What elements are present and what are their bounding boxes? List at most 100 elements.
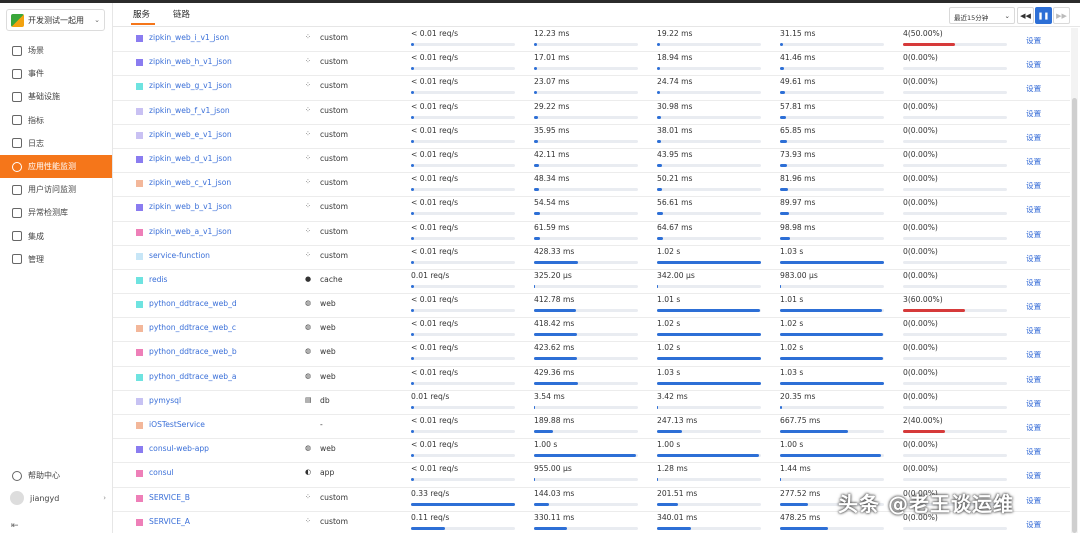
sidebar-item-0[interactable]: 场景 (0, 39, 112, 62)
error-count-bar (903, 478, 1007, 482)
latency-p99-bar-fill (780, 212, 790, 216)
service-name-link[interactable]: zipkin_web_a_v1_json (149, 227, 232, 236)
workspace-selector[interactable]: 开发测试一起用 ⌄ (6, 9, 105, 31)
settings-link[interactable]: 设置 (1026, 374, 1041, 385)
service-name-link[interactable]: SERVICE_B (149, 493, 190, 502)
help-center-link[interactable]: 帮助中心 (12, 470, 60, 481)
sidebar-item-label: 指标 (28, 115, 44, 125)
latency-p99-bar (780, 454, 884, 458)
settings-link[interactable]: 设置 (1026, 495, 1041, 506)
request-rate-bar-fill (411, 188, 415, 192)
request-rate-cell: 0.11 req/s (411, 513, 515, 530)
service-name-link[interactable]: zipkin_web_g_v1_json (149, 81, 232, 90)
tab-services[interactable]: 服务 (133, 8, 150, 20)
cache-icon: ● (305, 274, 312, 283)
latency-p75-cell: 64.67 ms (657, 223, 761, 240)
sidebar-item-4[interactable]: 日志 (0, 132, 112, 155)
latency-p99-bar-fill (780, 405, 783, 409)
custom-icon: ⁘ (305, 129, 311, 138)
custom-icon: ⁘ (305, 516, 311, 525)
tab-traces[interactable]: 链路 (173, 8, 190, 20)
error-count-value: 0(0.00%) (903, 53, 938, 63)
request-rate-bar-fill (411, 430, 415, 433)
settings-link[interactable]: 设置 (1026, 253, 1041, 264)
latency-avg-bar (534, 381, 638, 385)
settings-link[interactable]: 设置 (1026, 204, 1041, 215)
service-name-link[interactable]: zipkin_web_d_v1_json (149, 154, 232, 163)
scrollbar[interactable] (1071, 28, 1078, 533)
service-name-link[interactable]: zipkin_web_c_v1_json (149, 178, 231, 187)
latency-p99-value: 1.03 s (780, 246, 804, 256)
pause-button[interactable]: ❚❚ (1035, 7, 1052, 24)
service-name-link[interactable]: python_ddtrace_web_c (149, 323, 236, 332)
user-menu[interactable]: jiangyd › (10, 491, 106, 505)
sidebar-item-label: 应用性能监测 (28, 162, 76, 172)
settings-link[interactable]: 设置 (1026, 422, 1041, 433)
service-name-link[interactable]: SERVICE_A (149, 517, 190, 526)
request-rate-bar (411, 260, 515, 264)
service-name-link[interactable]: pymysql (149, 396, 181, 405)
latency-avg-cell: 144.03 ms (534, 489, 638, 506)
service-color-swatch (136, 518, 143, 526)
latency-p75-bar (657, 188, 761, 192)
scrollbar-thumb[interactable] (1072, 98, 1077, 533)
settings-link[interactable]: 设置 (1026, 301, 1041, 312)
settings-link[interactable]: 设置 (1026, 83, 1041, 94)
sidebar-item-3[interactable]: 指标 (0, 109, 112, 132)
error-count-cell: 0(0.00%) (903, 77, 1007, 95)
settings-link[interactable]: 设置 (1026, 470, 1041, 481)
sidebar-item-1[interactable]: 事件 (0, 62, 112, 85)
settings-link[interactable]: 设置 (1026, 446, 1041, 457)
service-name-link[interactable]: redis (149, 275, 168, 284)
request-rate-value: < 0.01 req/s (411, 29, 459, 38)
sidebar-item-9[interactable]: 管理 (0, 248, 112, 271)
service-name-link[interactable]: python_ddtrace_web_a (149, 372, 237, 381)
service-name-link[interactable]: python_ddtrace_web_b (149, 347, 237, 356)
latency-p99-value: 1.03 s (780, 367, 804, 377)
service-name-link[interactable]: service-function (149, 251, 210, 260)
settings-link[interactable]: 设置 (1026, 108, 1041, 119)
settings-link[interactable]: 设置 (1026, 156, 1041, 167)
settings-link[interactable]: 设置 (1026, 59, 1041, 70)
error-count-cell: 0(0.00%) (903, 368, 1007, 385)
service-name-link[interactable]: iOSTestService (149, 420, 205, 429)
settings-link[interactable]: 设置 (1026, 229, 1041, 240)
latency-p75-cell: 24.74 ms (657, 77, 761, 95)
service-name-link[interactable]: zipkin_web_h_v1_json (149, 57, 232, 66)
service-name-link[interactable]: zipkin_web_i_v1_json (149, 33, 229, 42)
settings-link[interactable]: 设置 (1026, 398, 1041, 409)
settings-link[interactable]: 设置 (1026, 519, 1041, 530)
sidebar-item-8[interactable]: 集成 (0, 225, 112, 248)
service-name-link[interactable]: python_ddtrace_web_d (149, 299, 237, 308)
settings-link[interactable]: 设置 (1026, 277, 1041, 288)
collapse-sidebar-icon[interactable]: ⇤ (11, 521, 19, 531)
latency-p75-value: 1.02 s (657, 343, 681, 353)
settings-link[interactable]: 设置 (1026, 325, 1041, 336)
latency-avg-bar-fill (534, 405, 536, 409)
settings-link[interactable]: 设置 (1026, 132, 1041, 143)
chevron-down-icon: ⌄ (1004, 12, 1010, 20)
latency-p75-bar (657, 454, 761, 458)
request-rate-value: 0.01 req/s (411, 391, 450, 401)
latency-p99-bar-fill (780, 526, 828, 530)
latency-avg-bar (534, 115, 638, 119)
latency-avg-cell: 955.00 µs (534, 464, 638, 482)
sidebar-item-6[interactable]: 用户访问监测 (0, 178, 112, 201)
service-name-link[interactable]: zipkin_web_b_v1_json (149, 202, 232, 211)
service-name-link[interactable]: consul-web-app (149, 444, 209, 453)
settings-link[interactable]: 设置 (1026, 180, 1041, 191)
settings-link[interactable]: 设置 (1026, 349, 1041, 360)
service-name-link[interactable]: zipkin_web_f_v1_json (149, 106, 230, 115)
latency-p75-value: 1.01 s (657, 295, 681, 305)
service-name-link[interactable]: consul (149, 468, 174, 477)
time-range-select[interactable]: 最近15分钟 ⌄ (949, 7, 1015, 24)
service-name-link[interactable]: zipkin_web_e_v1_json (149, 130, 232, 139)
latency-p75-cell: 38.01 ms (657, 126, 761, 143)
sidebar-item-5[interactable]: 应用性能监测 (0, 154, 112, 179)
sidebar-item-2[interactable]: 基础设施 (0, 85, 112, 108)
sidebar-item-7[interactable]: 异常检测库 (0, 201, 112, 224)
rewind-button[interactable]: ◀◀ (1017, 7, 1034, 24)
latency-p99-bar-fill (780, 357, 883, 361)
settings-link[interactable]: 设置 (1026, 35, 1041, 46)
forward-button[interactable]: ▶▶ (1053, 7, 1070, 24)
